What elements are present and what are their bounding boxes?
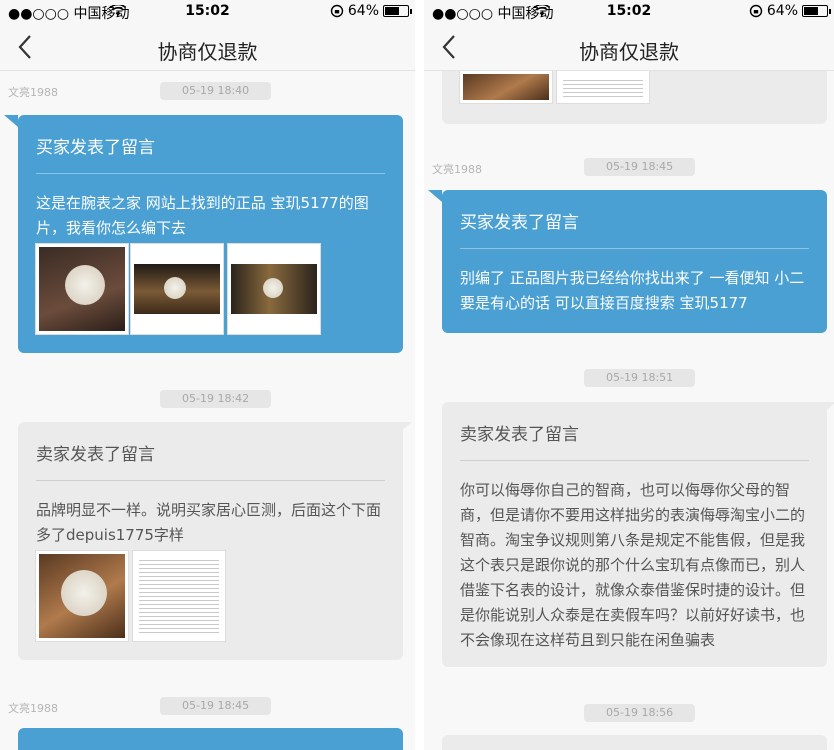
photo-watch-in-hand (39, 554, 125, 638)
seller-message-bubble (442, 735, 827, 750)
divider (36, 480, 385, 481)
watch-face (263, 278, 283, 298)
message-header: 卖家发表了留言 (460, 425, 579, 445)
photo-watch-in-hand (463, 74, 549, 100)
attachment-image[interactable] (227, 243, 321, 335)
attachment-image[interactable] (132, 550, 226, 642)
attachment-image[interactable] (556, 70, 650, 104)
nav-bar: 协商仅退款 (0, 24, 415, 71)
message-body: 这是在腕表之家 网站上找到的正品 宝玑5177的图片，我看你怎么编下去 (36, 194, 369, 237)
right-screenshot: ●●○○○ 中国移动 15:02 64% 协商仅退款 文亮1988 05-19 … (424, 0, 834, 750)
attachment-image[interactable] (35, 550, 129, 642)
status-right: 64% (749, 3, 831, 19)
buyer-message-bubble: 买家发表了留言 这是在腕表之家 网站上找到的正品 宝玑5177的图片，我看你怎么… (18, 115, 403, 353)
seller-message-bubble: 卖家发表了留言 品牌明显不一样。说明买家居心叵测，后面这个下面多了depuis1… (18, 422, 403, 660)
battery-icon (383, 5, 412, 17)
timestamp: 05-19 18:45 (160, 697, 272, 715)
battery-percent: 64% (766, 3, 798, 19)
message-body: 品牌明显不一样。说明买家居心叵测，后面这个下面多了depuis1775字样 (36, 501, 382, 544)
battery-percent: 64% (347, 3, 379, 19)
watch-face (65, 265, 105, 305)
pane-divider (415, 0, 424, 750)
photo-watch-table (134, 264, 220, 314)
sender-name: 文亮1988 (8, 702, 58, 715)
timestamp: 05-19 18:40 (160, 82, 272, 100)
status-right: 64% (330, 3, 412, 19)
timestamp: 05-19 18:51 (584, 369, 696, 387)
battery-fill (385, 7, 400, 15)
bubble-tail (428, 190, 442, 202)
attachment-image[interactable] (35, 243, 129, 335)
divider (36, 173, 385, 174)
battery-icon (802, 5, 831, 17)
nav-bar-overlay: 协商仅退款 (424, 24, 834, 71)
attachment-image[interactable] (130, 243, 224, 335)
bubble-tail (4, 115, 18, 127)
watch-face (164, 277, 186, 299)
buyer-message-bubble: 买家发表了留言 别编了 正品图片我已经给你找出来了 一看便知 小二要是有心的话 … (442, 190, 827, 333)
divider (460, 460, 809, 461)
status-bar: ●●○○○ 中国移动 15:02 64% (424, 0, 834, 24)
rotation-lock-icon (749, 4, 763, 18)
photo-watch-scene (231, 264, 317, 314)
timestamp: 05-19 18:45 (584, 158, 696, 176)
photo-watch-on-leather (39, 247, 125, 331)
battery-fill (804, 7, 819, 15)
page-title: 协商仅退款 (157, 40, 258, 64)
message-header: 买家发表了留言 (460, 213, 579, 233)
page-title: 协商仅退款 (579, 40, 679, 64)
message-body: 别编了 正品图片我已经给你找出来了 一看便知 小二要是有心的话 可以直接百度搜索… (460, 269, 805, 312)
rotation-lock-icon (330, 4, 344, 18)
message-header: 买家发表了留言 (36, 138, 155, 158)
message-header: 卖家发表了留言 (36, 445, 155, 465)
timestamp: 05-19 18:56 (584, 704, 696, 722)
timestamp: 05-19 18:42 (160, 390, 272, 408)
left-screenshot: ●●○○○ 中国移动 15:02 64% 协商仅退款 文亮1988 05-19 … (0, 0, 415, 750)
seller-message-bubble: 卖家发表了留言 你可以侮辱你自己的智商，也可以侮辱你父母的智商，但是请你不要用这… (442, 402, 827, 667)
buyer-message-bubble (18, 728, 403, 750)
watch-face (61, 570, 107, 616)
photo-document (563, 77, 643, 97)
sender-name: 文亮1988 (432, 163, 482, 176)
message-body: 你可以侮辱你自己的智商，也可以侮辱你父母的智商，但是请你不要用这样拙劣的表演侮辱… (460, 481, 806, 649)
sender-name: 文亮1988 (8, 86, 58, 99)
status-bar: ●●○○○ 中国移动 15:02 64% (0, 0, 415, 24)
divider (460, 248, 809, 249)
photo-document (139, 557, 219, 635)
attachment-image[interactable] (459, 70, 553, 104)
